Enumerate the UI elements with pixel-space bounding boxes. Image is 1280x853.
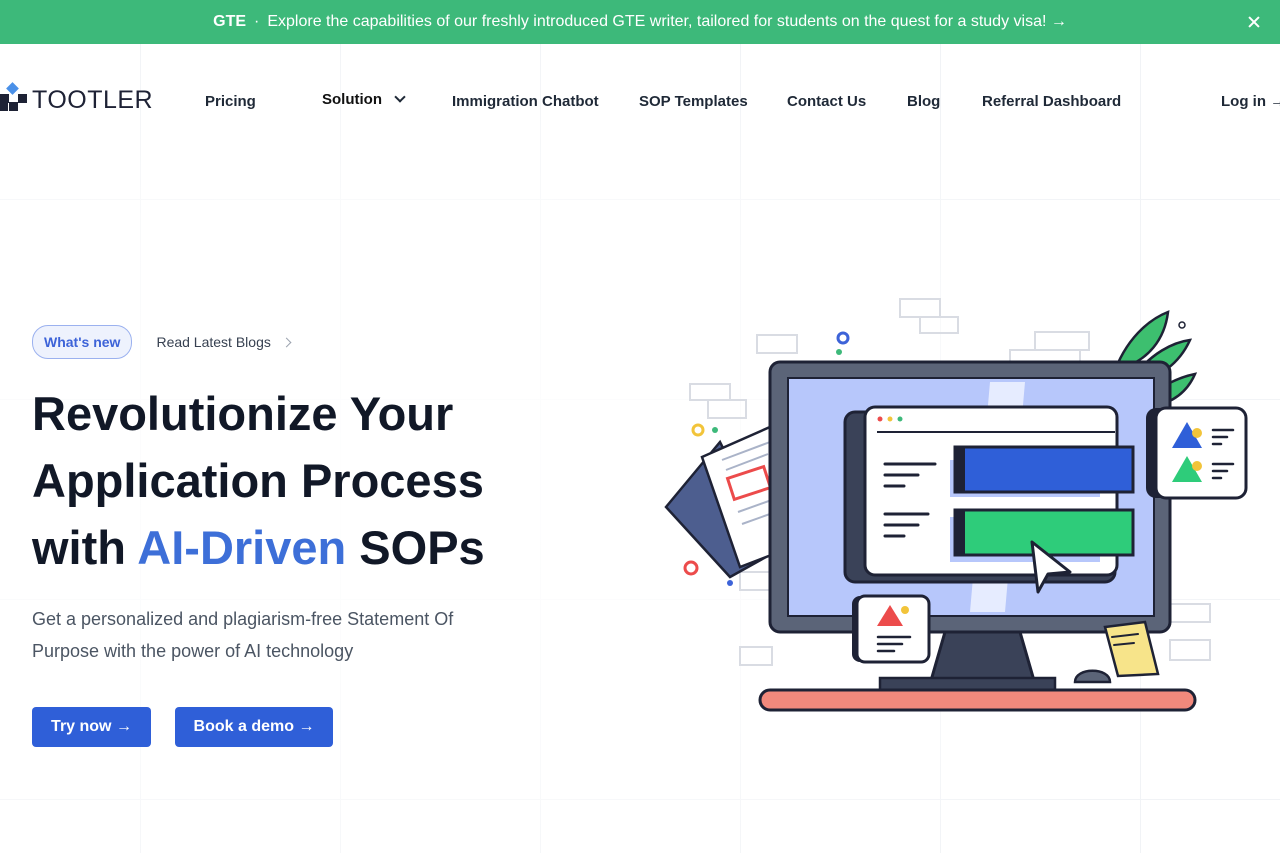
headline-line-3-post: SOPs xyxy=(346,521,485,574)
read-latest-blogs-label: Read Latest Blogs xyxy=(156,334,271,350)
nav-solution-label: Solution xyxy=(322,91,382,108)
headline-line-3-pre: with xyxy=(32,521,138,574)
logo-mark-icon xyxy=(0,82,30,116)
close-icon[interactable] xyxy=(1244,12,1264,32)
try-now-button[interactable]: Try now → xyxy=(32,707,151,747)
nav-contact-us[interactable]: Contact Us xyxy=(787,93,866,110)
book-demo-button[interactable]: Book a demo → xyxy=(175,707,333,747)
top-navigation: TOOTLER Pricing Solution Immigration Cha… xyxy=(0,44,1280,158)
banner-message[interactable]: Explore the capabilities of our freshly … xyxy=(267,13,1067,31)
whats-new-badge[interactable]: What's new xyxy=(32,325,133,359)
nav-sop-templates[interactable]: SOP Templates xyxy=(639,93,748,110)
announcement-banner: GTE · Explore the capabilities of our fr… xyxy=(0,0,1280,44)
nav-pricing[interactable]: Pricing xyxy=(205,93,256,110)
whats-new-row: What's new Read Latest Blogs xyxy=(32,325,292,359)
login-link[interactable]: Log in → xyxy=(1221,93,1280,110)
nav-solution[interactable]: Solution xyxy=(322,91,406,108)
read-latest-blogs-link[interactable]: Read Latest Blogs xyxy=(156,334,292,350)
headline-line-1: Revolutionize Your xyxy=(32,387,454,440)
hero-subtitle: Get a personalized and plagiarism-free S… xyxy=(32,609,454,661)
nav-immigration-chatbot[interactable]: Immigration Chatbot xyxy=(452,93,599,110)
headline-accent: AI-Driven xyxy=(137,521,347,574)
banner-separator: · xyxy=(254,13,260,30)
nav-blog[interactable]: Blog xyxy=(907,93,940,110)
chevron-right-icon xyxy=(281,337,292,347)
hero-headline: Revolutionize Your Application Process w… xyxy=(32,380,592,581)
banner-tag: GTE xyxy=(213,13,247,30)
hero-illustration xyxy=(664,298,1248,712)
logo-text: TOOTLER xyxy=(32,85,154,114)
chevron-down-icon xyxy=(394,91,406,103)
headline-line-2: Application Process xyxy=(32,454,484,507)
logo[interactable]: TOOTLER xyxy=(0,82,154,116)
nav-referral-dashboard[interactable]: Referral Dashboard xyxy=(982,93,1121,110)
